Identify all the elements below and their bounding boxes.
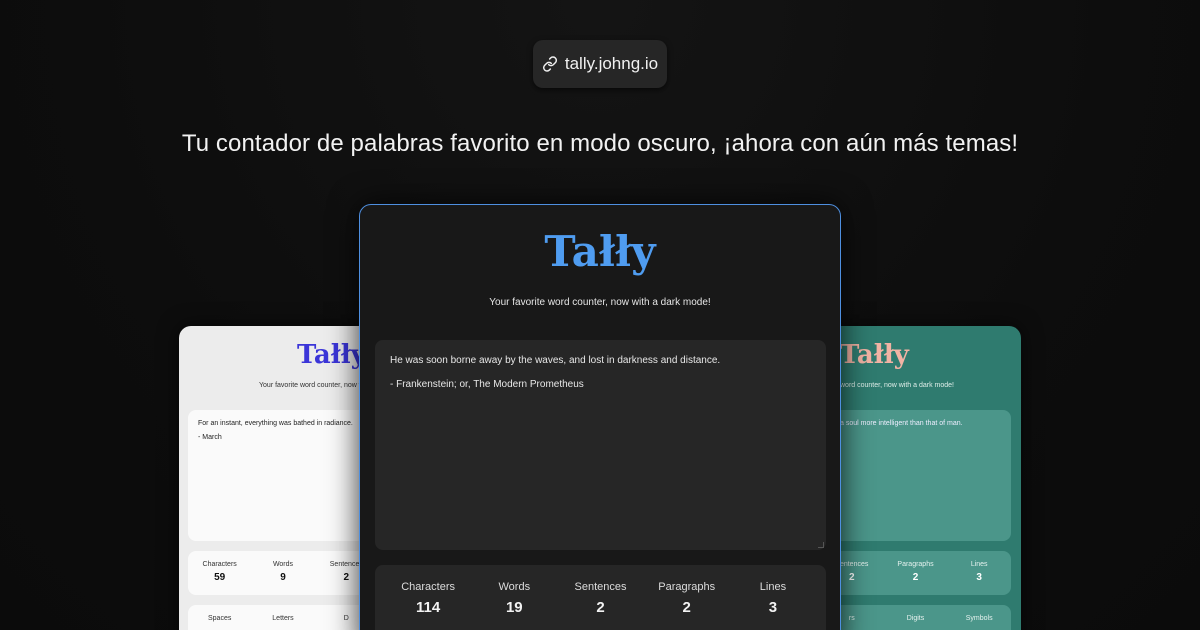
stat-words: Words 9 xyxy=(272,561,294,583)
app-logo: Tałły xyxy=(840,340,909,370)
text-input-area[interactable]: For an instant, everything was bathed in… xyxy=(188,410,378,541)
text-input-area[interactable]: a soul more intelligent than that of man… xyxy=(820,410,1011,541)
stats-panel-secondary: rs Digits Symbols xyxy=(820,605,1011,630)
text-input-area[interactable]: He was soon borne away by the waves, and… xyxy=(375,340,826,550)
app-logo: Tałły xyxy=(544,227,656,276)
text-line: - March xyxy=(198,434,222,441)
stat-characters: Characters 59 xyxy=(202,561,237,583)
dark-theme-preview-card: Tałły Your favorite word counter, now wi… xyxy=(359,204,841,630)
stat-paragraphs: Paragraphs 2 xyxy=(658,581,716,616)
text-line: He was soon borne away by the waves, and… xyxy=(390,355,721,366)
stat-paragraphs: Paragraphs 2 xyxy=(897,561,934,583)
stats-panel: Sentences 2 Paragraphs 2 Lines 3 xyxy=(820,551,1011,595)
stat-spaces: Spaces xyxy=(207,615,232,622)
text-line: For an instant, everything was bathed in… xyxy=(198,420,353,427)
stat-lines: Lines 3 xyxy=(970,561,988,583)
stat-sentences: Sentences 2 xyxy=(574,581,627,616)
stat-lines: Lines 3 xyxy=(759,581,787,616)
stat-words: Words 19 xyxy=(498,581,531,616)
text-line: - Frankenstein; or, The Modern Prometheu… xyxy=(390,379,584,390)
url-text: tally.johng.io xyxy=(564,54,659,73)
url-pill[interactable]: tally.johng.io xyxy=(533,40,667,88)
app-subtitle: Your favorite word counter, now with xyxy=(259,382,372,389)
stat-characters: Characters 114 xyxy=(401,581,455,616)
stat-letters: Letters xyxy=(272,615,294,622)
tagline: Tu contador de palabras favorito en modo… xyxy=(181,130,1019,157)
stat-digits: Digits xyxy=(906,615,925,622)
app-subtitle: Your favorite word counter, now with a d… xyxy=(489,297,711,308)
app-logo: Tałły xyxy=(297,340,366,370)
light-theme-preview-card: Tałły Your favorite word counter, now wi… xyxy=(179,326,379,630)
text-line: a soul more intelligent than that of man… xyxy=(840,420,963,427)
app-subtitle: word counter, now with a dark mode! xyxy=(840,382,955,389)
teal-theme-preview-card: Tałły word counter, now with a dark mode… xyxy=(820,326,1021,630)
stats-panel: Characters 114 Words 19 Sentences 2 Paragra… xyxy=(375,565,826,630)
stat-symbols: Symbols xyxy=(965,615,993,622)
stats-panel-secondary: Spaces Letters D xyxy=(188,605,378,630)
link-icon xyxy=(542,56,557,72)
stats-panel: Characters 59 Words 9 Sentences 2 xyxy=(188,551,378,595)
resize-handle[interactable] xyxy=(818,542,824,548)
